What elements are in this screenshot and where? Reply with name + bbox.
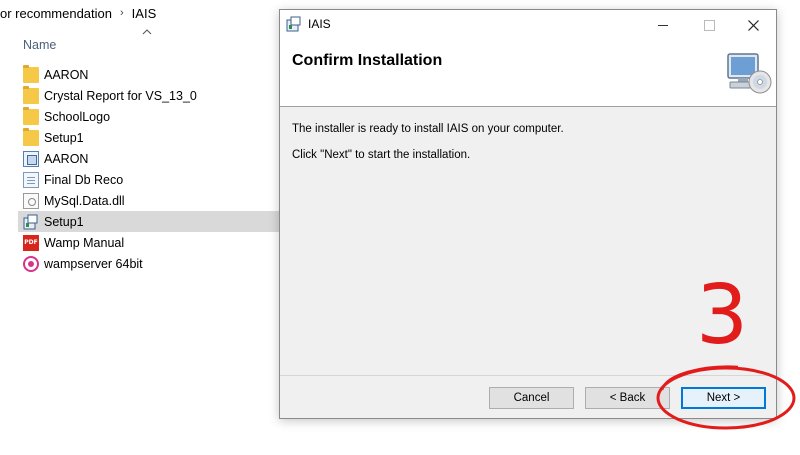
file-name: Final Db Reco bbox=[44, 172, 124, 187]
file-name: SchoolLogo bbox=[44, 109, 111, 124]
file-name: Wamp Manual bbox=[44, 235, 125, 250]
breadcrumb-item-parent[interactable]: or recommendation bbox=[0, 6, 112, 21]
dll-file-icon bbox=[23, 192, 39, 209]
installer-app-icon bbox=[286, 16, 301, 32]
minimize-button[interactable] bbox=[640, 10, 686, 40]
ready-message: The installer is ready to install IAIS o… bbox=[292, 123, 564, 135]
file-name: wampserver 64bit bbox=[44, 256, 143, 271]
column-header-name[interactable]: Name bbox=[23, 38, 56, 52]
list-item[interactable]: PDF Wamp Manual bbox=[18, 232, 280, 253]
file-list: AARON Crystal Report for VS_13_0 SchoolL… bbox=[18, 64, 280, 274]
breadcrumb: or recommendation › IAIS bbox=[0, 0, 290, 26]
folder-icon bbox=[23, 106, 39, 125]
file-name: AARON bbox=[44, 67, 89, 82]
list-item[interactable]: AARON bbox=[18, 64, 280, 85]
highlight-circle-annotation bbox=[656, 365, 796, 430]
list-item[interactable]: AARON bbox=[18, 148, 280, 169]
application-icon bbox=[23, 150, 39, 167]
list-item[interactable]: Final Db Reco bbox=[18, 169, 280, 190]
close-button[interactable] bbox=[730, 10, 776, 40]
dialog-titlebar[interactable]: IAIS bbox=[280, 10, 776, 40]
document-icon bbox=[23, 171, 39, 188]
setup-installer-icon bbox=[23, 214, 39, 230]
list-item[interactable]: MySql.Data.dll bbox=[18, 190, 280, 211]
file-name: AARON bbox=[44, 151, 89, 166]
computer-cd-icon bbox=[727, 53, 772, 94]
breadcrumb-separator-icon[interactable]: › bbox=[120, 7, 124, 19]
list-item[interactable]: wampserver 64bit bbox=[18, 253, 280, 274]
instruction-message: Click "Next" to start the installation. bbox=[292, 149, 471, 161]
list-item[interactable]: Crystal Report for VS_13_0 bbox=[18, 85, 280, 106]
file-name: Setup1 bbox=[44, 130, 84, 145]
step-number-annotation: 3 bbox=[696, 268, 749, 363]
list-item[interactable]: SchoolLogo bbox=[18, 106, 280, 127]
file-name: Crystal Report for VS_13_0 bbox=[44, 88, 197, 103]
folder-icon bbox=[23, 85, 39, 104]
file-name: MySql.Data.dll bbox=[44, 193, 125, 208]
list-item-selected[interactable]: Setup1 bbox=[18, 211, 280, 232]
page-title: Confirm Installation bbox=[292, 52, 443, 69]
list-item[interactable]: Setup1 bbox=[18, 127, 280, 148]
sort-ascending-icon bbox=[142, 29, 152, 35]
breadcrumb-item-current[interactable]: IAIS bbox=[132, 6, 157, 21]
folder-icon bbox=[23, 64, 39, 83]
close-icon bbox=[747, 19, 759, 31]
maximize-button bbox=[686, 10, 732, 40]
file-name: Setup1 bbox=[44, 214, 84, 229]
maximize-icon bbox=[703, 19, 715, 31]
wampserver-icon bbox=[23, 255, 39, 272]
minimize-icon bbox=[658, 24, 668, 26]
folder-icon bbox=[23, 127, 39, 146]
dialog-banner: Confirm Installation bbox=[280, 40, 776, 107]
cancel-button[interactable]: Cancel bbox=[489, 387, 574, 409]
pdf-icon: PDF bbox=[23, 234, 39, 251]
dialog-title: IAIS bbox=[308, 17, 331, 31]
